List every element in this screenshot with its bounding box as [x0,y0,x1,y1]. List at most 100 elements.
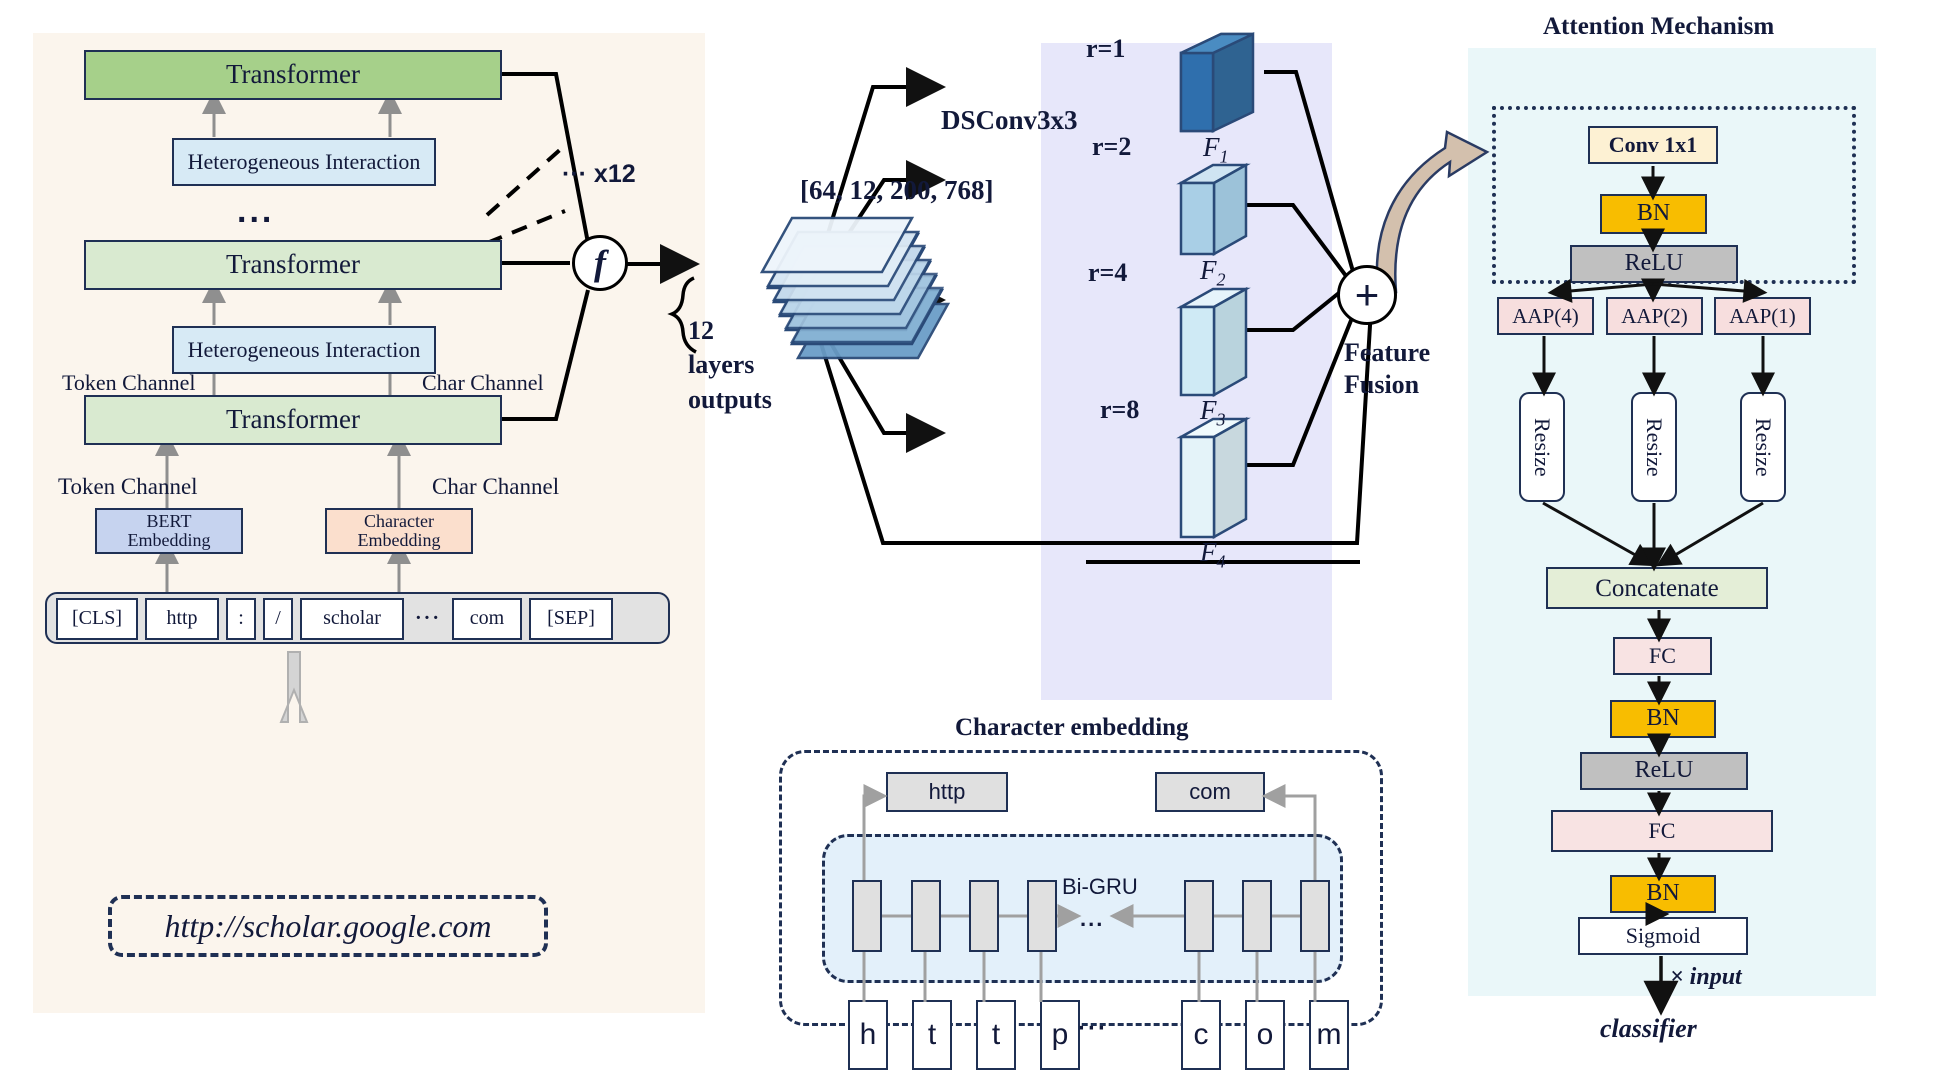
dilation-rate-label-3: r=4 [1088,258,1128,287]
url-input-box[interactable]: http://scholar.google.com [108,895,548,957]
feature-label-f3-sub: 3 [1216,409,1226,430]
feature-fusion-line1: Feature [1344,338,1431,367]
layers-note-line1: 12 [688,316,714,345]
dilation-rate-label-1: r=1 [1086,34,1126,63]
token-item: scholar [300,598,404,640]
char-word-right-box: com [1155,772,1265,812]
char-cell: c [1181,1000,1221,1070]
resize-label-1: Resize [1529,417,1555,477]
conv1x1-box: Conv 1x1 [1588,126,1718,164]
token-item: http [145,598,219,640]
bn-bottom-box: BN [1610,875,1716,913]
gru-cell-6 [1242,880,1272,952]
transformer-bottom-box: Transformer [84,395,502,445]
relu-top-box: ReLU [1570,245,1738,283]
feature-fusion-plus-circle: + [1337,265,1397,325]
token-item: [SEP] [529,598,613,640]
gru-cell-2 [911,880,941,952]
heterogeneous-interaction-middle-box: Heterogeneous Interaction [172,326,436,374]
feature-label-f4: F4 [1200,537,1226,572]
character-embedding-title: Character embedding [955,714,1189,741]
bert-embedding-line1: BERT [146,510,192,531]
feature-label-f2: F2 [1200,255,1226,290]
resize-box-1: Resize [1519,392,1565,502]
fusion-function-circle: f [572,235,628,291]
token-channel-lower-label: Token Channel [58,474,198,499]
layers-note-line3: outputs [688,384,772,414]
char-cell: t [912,1000,952,1070]
bn-top-box: BN [1600,194,1707,234]
char-word-left-box: http [886,772,1008,812]
aap4-box: AAP(4) [1497,297,1594,335]
fc-2-box: FC [1551,810,1773,852]
aap2-box: AAP(2) [1606,297,1703,335]
feature-label-f4-sub: 4 [1216,551,1226,572]
feature-label-f2-base: F [1200,255,1217,285]
bi-gru-label: Bi-GRU [1062,874,1138,899]
relu-mid-box: ReLU [1580,752,1748,790]
gru-cell-1 [852,880,882,952]
bert-embedding-box: BERT Embedding [95,508,243,554]
char-channel-lower-label: Char Channel [432,474,560,499]
token-channel-upper-label: Token Channel [62,370,196,395]
chars-ellipsis-label: ··· [1078,1015,1108,1042]
gru-cell-4 [1027,880,1057,952]
token-item: / [263,598,293,640]
feature-fusion-line2: Fusion [1344,369,1420,399]
transformer-top-box: Transformer [84,50,502,100]
resize-box-2: Resize [1631,392,1677,502]
resize-box-3: Resize [1740,392,1786,502]
attention-title-label: Attention Mechanism [1543,13,1775,40]
feature-label-f2-sub: 2 [1216,269,1226,290]
character-embedding-line2: Embedding [357,530,441,550]
character-embedding-line1: Character [364,510,434,531]
char-cell: t [976,1000,1016,1070]
character-embedding-box: Character Embedding [325,508,473,554]
gru-cell-3 [969,880,999,952]
gru-cell-5 [1184,880,1214,952]
tensor-shape-label: [64, 12, 200, 768] [800,175,994,205]
token-item: com [452,598,522,640]
aap1-box: AAP(1) [1714,297,1811,335]
dsconv-panel [1041,43,1332,700]
feature-label-f4-base: F [1200,537,1217,567]
char-cell: p [1040,1000,1080,1070]
classifier-label: classifier [1600,1014,1697,1043]
bi-gru-ellipsis-label: ... [1080,906,1105,931]
char-cell: o [1245,1000,1285,1070]
times-input-label: × input [1670,964,1742,990]
token-item: : [226,598,256,640]
char-cell: m [1309,1000,1349,1070]
sigmoid-box: Sigmoid [1578,917,1748,955]
feature-label-f1-sub: 1 [1219,146,1229,167]
gru-cell-7 [1300,880,1330,952]
layers-outputs-note: 12 layers outputs [688,314,783,417]
vertical-ellipsis-label: ... [237,192,275,230]
char-left-row: http [848,1000,1080,1070]
heterogeneous-interaction-top-box: Heterogeneous Interaction [172,138,436,186]
url-input-text: http://scholar.google.com [164,907,492,944]
token-ellipsis: ··· [414,607,441,630]
token-row: [CLS] http: / scholar ··· com [SEP] [56,598,662,640]
transformer-middle-box: Transformer [84,240,502,290]
feature-label-f1: F1 [1203,132,1229,167]
feature-fusion-label: Feature Fusion [1344,337,1464,400]
feature-label-f3: F3 [1200,395,1226,430]
dsconv-title-label: DSConv3x3 [941,105,1078,135]
bn-mid-box: BN [1610,700,1716,738]
fc-1-box: FC [1613,637,1712,675]
char-cell: h [848,1000,888,1070]
x12-label: ··· x12 [562,160,636,188]
resize-label-3: Resize [1750,417,1776,477]
char-right-row: com [1181,1000,1349,1070]
token-item: [CLS] [56,598,138,640]
feature-label-f3-base: F [1200,395,1217,425]
dilation-rate-label-2: r=2 [1092,132,1132,161]
char-channel-upper-label: Char Channel [422,370,544,395]
feature-label-f1-base: F [1203,132,1220,162]
concatenate-box: Concatenate [1546,567,1768,609]
dilation-rate-label-4: r=8 [1100,395,1140,424]
resize-label-2: Resize [1641,417,1667,477]
bert-embedding-line2: Embedding [127,530,211,550]
layers-note-line2: layers [688,350,755,380]
